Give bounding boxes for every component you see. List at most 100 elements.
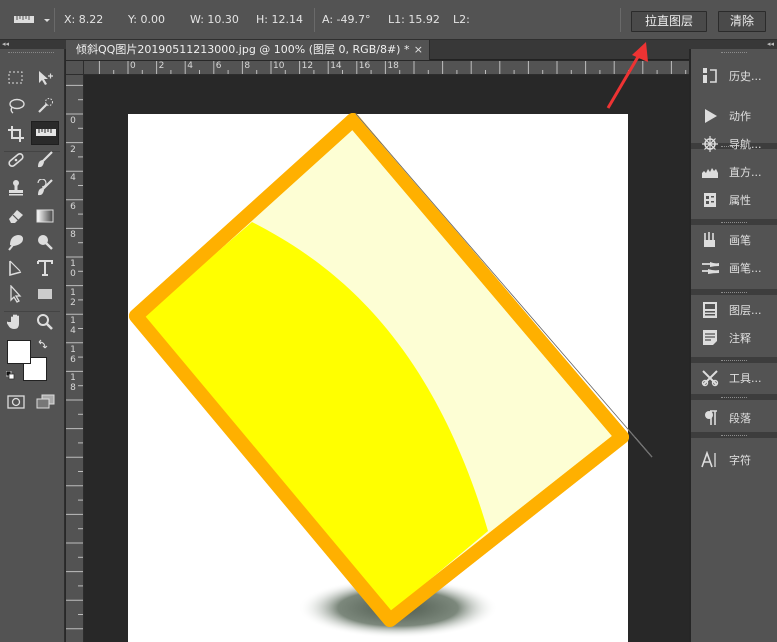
l2-readout: L2: bbox=[453, 13, 470, 26]
default-colors-icon[interactable] bbox=[5, 370, 15, 380]
history-brush-tool[interactable] bbox=[33, 177, 57, 199]
brush-icon bbox=[38, 151, 53, 168]
ruler-label: 16 bbox=[358, 61, 371, 71]
brush-tool[interactable] bbox=[33, 149, 57, 171]
history-panel-button[interactable]: 历史... bbox=[699, 65, 775, 87]
healing-brush-tool[interactable] bbox=[4, 149, 28, 171]
history-brush-icon bbox=[37, 179, 53, 196]
vertical-ruler[interactable]: 0 2 4 6 8 1 0 1 2 1 4 1 6 1 8 bbox=[66, 75, 84, 642]
dock-grip[interactable] bbox=[721, 292, 747, 295]
layer-comps-icon bbox=[703, 302, 717, 318]
layer-comps-panel-button[interactable]: 图层... bbox=[699, 299, 775, 321]
panel-dock: 历史... 动作 导航... 直方... 属性 画笔 画笔... 图层... 注… bbox=[691, 49, 777, 642]
pen-tool[interactable] bbox=[4, 257, 28, 279]
tool-presets-panel-button[interactable]: 工具... bbox=[699, 367, 775, 389]
brush-panel-button[interactable]: 画笔 bbox=[699, 229, 775, 251]
dodge-tool[interactable] bbox=[33, 231, 57, 253]
history-icon bbox=[703, 68, 717, 83]
ruler-label: 4 bbox=[70, 173, 76, 184]
character-panel-button[interactable]: 字符 bbox=[699, 449, 775, 471]
smudge-icon bbox=[8, 235, 23, 251]
straighten-layer-button[interactable]: 拉直图层 bbox=[631, 11, 707, 32]
navigator-icon bbox=[702, 136, 718, 152]
actions-panel-button[interactable]: 动作 bbox=[699, 105, 775, 127]
dodge-icon bbox=[38, 235, 53, 250]
document-tab[interactable]: 倾斜QQ图片20190511213000.jpg @ 100% (图层 0, R… bbox=[66, 40, 430, 60]
path-selection-tool[interactable] bbox=[4, 283, 28, 305]
tools-panel-grip[interactable] bbox=[8, 52, 54, 55]
quick-mask-button[interactable] bbox=[4, 391, 28, 413]
quick-mask-icon bbox=[7, 395, 25, 409]
actions-panel-label: 动作 bbox=[729, 110, 751, 123]
ruler-tool[interactable] bbox=[31, 121, 59, 145]
ruler-label: 2 bbox=[70, 144, 76, 155]
dock-grip[interactable] bbox=[721, 397, 747, 400]
screen-mode-button[interactable] bbox=[33, 391, 57, 413]
zoom-tool[interactable] bbox=[33, 311, 57, 333]
type-tool[interactable] bbox=[33, 257, 57, 279]
ruler-label: 1 6 bbox=[70, 344, 76, 365]
stamp-icon bbox=[9, 180, 23, 196]
rectangle-tool[interactable] bbox=[33, 283, 57, 305]
panels-collapse-toggle[interactable]: ◂◂ bbox=[689, 40, 777, 49]
rectangular-marquee-icon bbox=[8, 71, 23, 84]
close-icon[interactable]: × bbox=[414, 40, 423, 60]
ruler-label: 10 bbox=[273, 61, 285, 71]
lasso-tool[interactable] bbox=[4, 95, 28, 117]
navigator-panel-button[interactable]: 导航... bbox=[699, 133, 775, 155]
quick-selection-tool[interactable] bbox=[33, 95, 57, 117]
direct-selection-icon bbox=[10, 285, 22, 303]
marquee-tool[interactable] bbox=[4, 67, 28, 89]
histogram-panel-button[interactable]: 直方... bbox=[699, 161, 775, 183]
paragraph-icon bbox=[705, 410, 717, 425]
move-icon bbox=[39, 71, 53, 85]
tools-panel bbox=[0, 49, 65, 642]
quick-selection-icon bbox=[38, 98, 53, 113]
bandage-icon bbox=[8, 152, 24, 168]
dock-grip[interactable] bbox=[721, 222, 747, 225]
foreground-color-swatch[interactable] bbox=[7, 340, 31, 364]
x-readout: X: 8.22 bbox=[64, 13, 104, 26]
annotation-arrow-icon bbox=[606, 42, 648, 109]
ruler-label: 8 bbox=[244, 61, 251, 71]
eraser-tool[interactable] bbox=[4, 205, 28, 227]
layer-comps-panel-label: 图层... bbox=[729, 304, 762, 317]
notes-panel-button[interactable]: 注释 bbox=[699, 327, 775, 349]
notes-panel-label: 注释 bbox=[729, 332, 751, 345]
eraser-icon bbox=[9, 210, 23, 223]
smudge-tool[interactable] bbox=[4, 231, 28, 253]
options-separator bbox=[54, 8, 55, 32]
dock-grip[interactable] bbox=[721, 435, 747, 438]
ruler-origin[interactable] bbox=[66, 61, 84, 75]
brush-presets-panel-button[interactable]: 画笔... bbox=[699, 257, 775, 279]
brush-icon bbox=[704, 232, 715, 247]
horizontal-ruler[interactable]: 0 2 4 6 8 10 12 14 16 18 bbox=[84, 61, 689, 75]
hand-tool[interactable] bbox=[4, 311, 28, 333]
w-readout: W: 10.30 bbox=[190, 13, 239, 26]
gradient-icon bbox=[36, 209, 54, 223]
angle-readout: A: -49.7° bbox=[322, 13, 371, 26]
dock-grip[interactable] bbox=[721, 360, 747, 363]
tools-collapse-toggle[interactable]: ◂◂ bbox=[0, 40, 66, 49]
ruler-tool-preset-picker[interactable] bbox=[6, 12, 50, 28]
screen-mode-icon bbox=[36, 394, 55, 409]
properties-panel-label: 属性 bbox=[729, 194, 751, 207]
navigator-panel-label: 导航... bbox=[729, 138, 762, 151]
swap-colors-icon[interactable] bbox=[38, 339, 48, 349]
ruler-label: 2 bbox=[158, 61, 165, 71]
character-icon bbox=[701, 451, 716, 468]
crop-tool[interactable] bbox=[4, 123, 28, 145]
histogram-panel-label: 直方... bbox=[729, 166, 762, 179]
clone-stamp-tool[interactable] bbox=[4, 177, 28, 199]
properties-panel-button[interactable]: 属性 bbox=[699, 189, 775, 211]
gradient-tool[interactable] bbox=[33, 205, 57, 227]
tilted-card bbox=[129, 113, 629, 627]
brush-presets-icon bbox=[702, 262, 719, 274]
paragraph-panel-button[interactable]: 段落 bbox=[699, 407, 775, 429]
clear-button[interactable]: 清除 bbox=[718, 11, 766, 32]
dock-grip[interactable] bbox=[721, 52, 747, 55]
move-tool[interactable] bbox=[33, 67, 57, 89]
history-panel-label: 历史... bbox=[729, 70, 762, 83]
ruler-label: 4 bbox=[187, 61, 193, 71]
ruler-label: 6 bbox=[70, 201, 76, 212]
